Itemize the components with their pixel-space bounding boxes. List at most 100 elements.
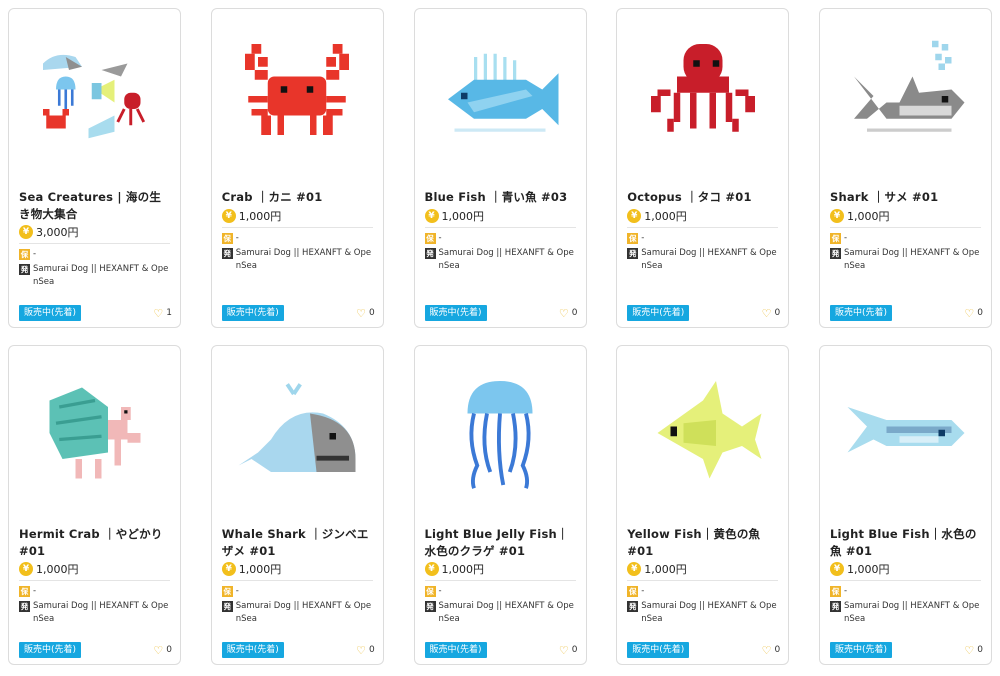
holder-tag-icon: 保	[221, 233, 233, 244]
like-count: 0	[977, 645, 983, 655]
issuer-value[interactable]: Samurai Dog || HEXANFT & OpenSea	[844, 600, 981, 626]
price: 1,000円	[238, 562, 282, 576]
heart-icon: ♡	[761, 643, 772, 657]
nft-thumbnail[interactable]	[212, 9, 383, 183]
like-button[interactable]: ♡ 0	[964, 645, 983, 656]
nft-title[interactable]: Octopus ｜タコ #01	[627, 189, 780, 206]
nft-thumbnail[interactable]	[212, 346, 383, 520]
price-row: ¥ 1,000円	[627, 560, 778, 577]
divider	[830, 227, 981, 228]
nft-title[interactable]: Crab ｜カニ #01	[222, 189, 375, 206]
holder-row: 保 -	[627, 232, 778, 245]
like-button[interactable]: ♡ 1	[153, 308, 172, 319]
nft-card[interactable]: Blue Fish ｜青い魚 #03 ¥ 1,000円 保 - 発 Samura…	[413, 8, 587, 328]
like-count: 0	[369, 645, 375, 655]
issuer-tag-icon: 発	[19, 601, 30, 612]
nft-card[interactable]: Hermit Crab ｜やどかり #01 ¥ 1,000円 保 - 発 Sam…	[8, 345, 181, 665]
nft-thumbnail[interactable]	[9, 346, 180, 520]
card-footer: 販売中(先着) ♡ 0	[627, 642, 780, 658]
status-badge: 販売中(先着)	[627, 642, 690, 658]
issuer-value[interactable]: Samurai Dog || HEXANFT & OpenSea	[641, 600, 778, 626]
issuer-value[interactable]: Samurai Dog || HEXANFT & OpenSea	[439, 247, 576, 273]
like-button[interactable]: ♡ 0	[762, 645, 781, 656]
nft-thumbnail[interactable]	[415, 9, 586, 183]
nft-title[interactable]: Light Blue Fish｜水色の魚 #01	[830, 526, 983, 559]
price-row: ¥ 1,000円	[424, 560, 576, 577]
nft-thumbnail[interactable]	[617, 346, 788, 520]
issuer-value[interactable]: Samurai Dog || HEXANFT & OpenSea	[33, 600, 170, 626]
nft-title[interactable]: Yellow Fish｜黄色の魚 #01	[627, 526, 780, 559]
nft-card[interactable]: Octopus ｜タコ #01 ¥ 1,000円 保 - 発 Samurai D…	[616, 8, 790, 328]
price-row: ¥ 3,000円	[19, 223, 170, 240]
holder-value: -	[641, 233, 645, 243]
nft-card[interactable]: Light Blue Jelly Fish｜水色のクラゲ #01 ¥ 1,000…	[413, 345, 587, 665]
holder-tag-icon: 保	[424, 586, 436, 597]
nft-thumbnail[interactable]	[415, 346, 586, 520]
yen-icon: ¥	[19, 561, 33, 576]
status-badge: 販売中(先着)	[424, 642, 487, 658]
issuer-row: 発 Samurai Dog || HEXANFT & OpenSea	[221, 600, 373, 626]
issuer-value[interactable]: Samurai Dog || HEXANFT & OpenSea	[439, 600, 576, 626]
issuer-value[interactable]: Samurai Dog || HEXANFT & OpenSea	[236, 247, 373, 273]
holder-value: -	[844, 586, 848, 596]
price-row: ¥ 1,000円	[221, 560, 373, 577]
like-button[interactable]: ♡ 0	[559, 645, 578, 656]
like-button[interactable]: ♡ 0	[356, 308, 375, 319]
like-button[interactable]: ♡ 0	[964, 308, 983, 319]
nft-thumbnail[interactable]	[820, 9, 991, 183]
yellow-fish-icon	[657, 381, 762, 479]
divider	[19, 580, 170, 581]
card-footer: 販売中(先着) ♡ 0	[19, 642, 172, 658]
like-button[interactable]: ♡ 0	[153, 645, 172, 656]
like-button[interactable]: ♡ 0	[356, 645, 375, 656]
sea-creatures-icon	[42, 54, 145, 139]
holder-tag-icon: 保	[221, 586, 233, 597]
nft-title[interactable]: Sea Creatures | 海の生き物大集合	[19, 189, 172, 222]
nft-title[interactable]: Hermit Crab ｜やどかり #01	[19, 526, 172, 559]
nft-card[interactable]: Sea Creatures | 海の生き物大集合 ¥ 3,000円 保 - 発 …	[8, 8, 181, 328]
nft-title[interactable]: Light Blue Jelly Fish｜水色のクラゲ #01	[425, 526, 578, 559]
nft-card[interactable]: Crab ｜カニ #01 ¥ 1,000円 保 - 発 Samurai Dog …	[210, 8, 384, 328]
issuer-tag-icon: 発	[221, 248, 233, 259]
price-row: ¥ 1,000円	[627, 207, 778, 224]
issuer-value[interactable]: Samurai Dog || HEXANFT & OpenSea	[236, 600, 373, 626]
nft-title[interactable]: Blue Fish ｜青い魚 #03	[425, 189, 578, 206]
yen-icon: ¥	[627, 561, 642, 576]
divider	[627, 227, 779, 228]
issuer-tag-icon: 発	[627, 601, 639, 612]
like-button[interactable]: ♡ 0	[559, 308, 578, 319]
nft-card[interactable]: Shark ｜サメ #01 ¥ 1,000円 保 - 発 Samurai Dog…	[819, 8, 992, 328]
holder-value: -	[844, 233, 848, 243]
nft-meta: ¥ 1,000円 保 - 発 Samurai Dog || HEXANFT & …	[424, 560, 576, 626]
holder-row: 保 -	[627, 585, 778, 598]
nft-meta: ¥ 1,000円 保 - 発 Samurai Dog || HEXANFT & …	[221, 560, 373, 626]
price: 3,000円	[36, 225, 79, 239]
nft-card[interactable]: Whale Shark ｜ジンベエザメ #01 ¥ 1,000円 保 - 発 S…	[210, 345, 384, 665]
like-button[interactable]: ♡ 0	[762, 308, 781, 319]
issuer-value[interactable]: Samurai Dog || HEXANFT & OpenSea	[844, 247, 981, 273]
divider	[221, 227, 373, 228]
nft-thumbnail[interactable]	[617, 9, 788, 183]
nft-card[interactable]: Light Blue Fish｜水色の魚 #01 ¥ 1,000円 保 - 発 …	[819, 345, 992, 665]
light-blue-fish-icon	[847, 407, 964, 453]
price-row: ¥ 1,000円	[830, 560, 981, 577]
nft-title[interactable]: Whale Shark ｜ジンベエザメ #01	[222, 526, 375, 559]
issuer-row: 発 Samurai Dog || HEXANFT & OpenSea	[221, 247, 373, 273]
nft-title[interactable]: Shark ｜サメ #01	[830, 189, 983, 206]
like-count: 0	[571, 308, 578, 318]
holder-row: 保 -	[424, 232, 576, 245]
holder-value: -	[438, 233, 442, 243]
issuer-value[interactable]: Samurai Dog || HEXANFT & OpenSea	[33, 263, 170, 289]
nft-meta: ¥ 1,000円 保 - 発 Samurai Dog || HEXANFT & …	[424, 207, 576, 273]
nft-card[interactable]: Yellow Fish｜黄色の魚 #01 ¥ 1,000円 保 - 発 Samu…	[616, 345, 790, 665]
card-footer: 販売中(先着) ♡ 0	[424, 305, 578, 321]
issuer-value[interactable]: Samurai Dog || HEXANFT & OpenSea	[641, 247, 778, 273]
like-count: 0	[774, 308, 781, 318]
issuer-row: 発 Samurai Dog || HEXANFT & OpenSea	[424, 600, 576, 626]
nft-thumbnail[interactable]	[820, 346, 991, 520]
holder-row: 保 -	[830, 232, 981, 245]
price: 1,000円	[36, 562, 79, 576]
like-count: 1	[166, 308, 172, 318]
heart-icon: ♡	[153, 306, 164, 320]
nft-thumbnail[interactable]	[9, 9, 180, 183]
